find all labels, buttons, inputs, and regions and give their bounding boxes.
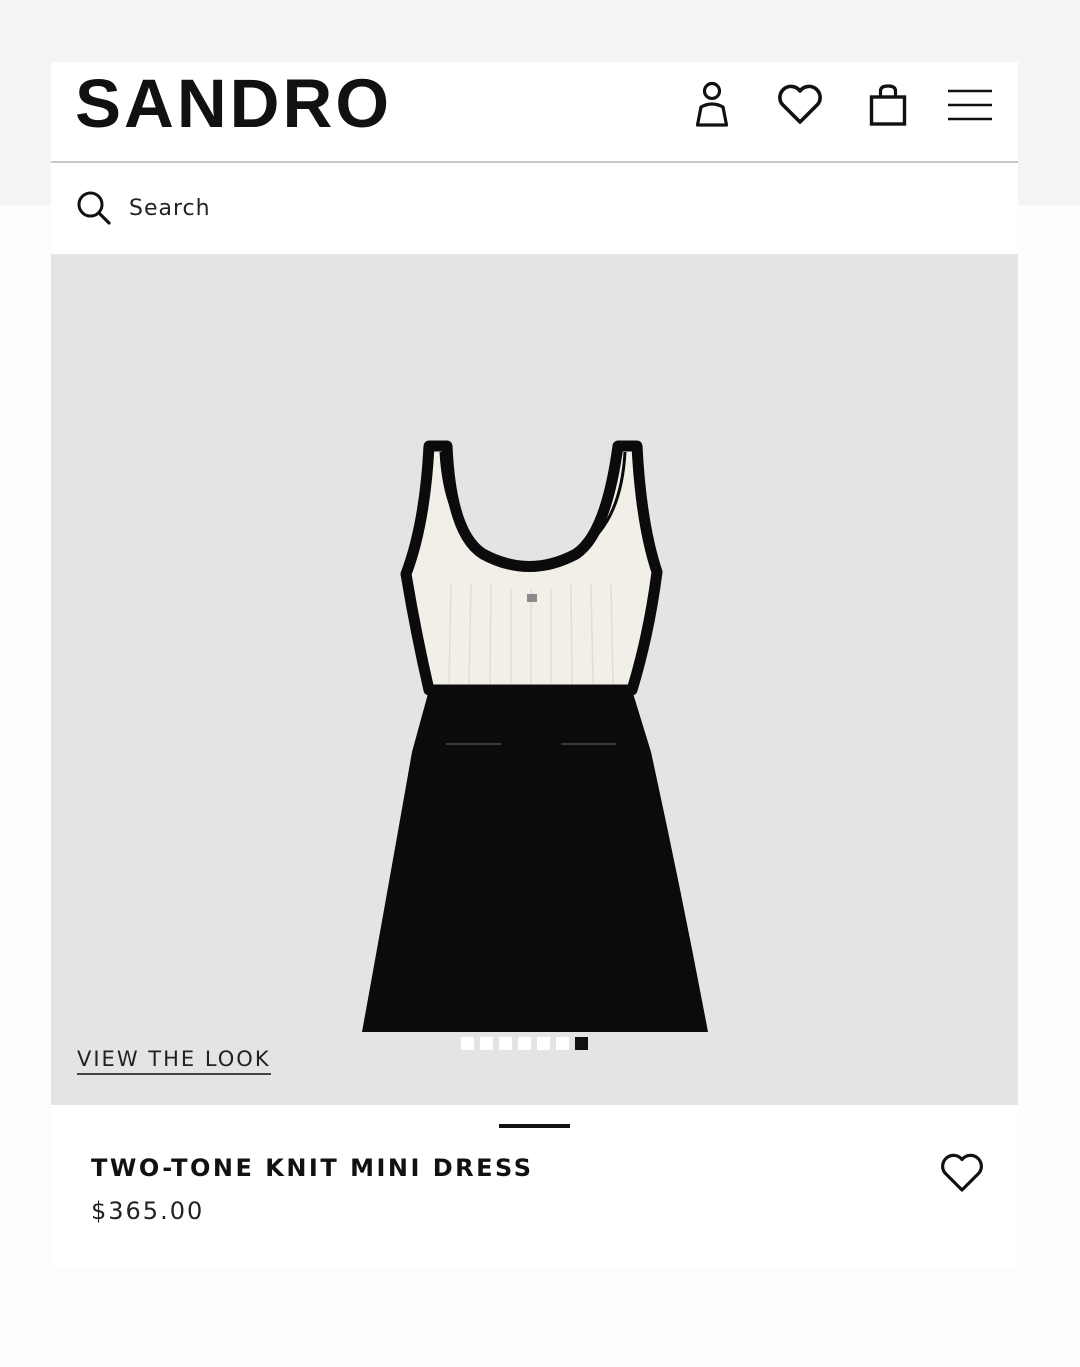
shopping-bag-icon: [869, 84, 907, 126]
product-image[interactable]: [51, 254, 1018, 1105]
gallery-pagination: [461, 1037, 588, 1050]
cart-button[interactable]: [863, 80, 913, 130]
gallery-dot[interactable]: [461, 1037, 474, 1050]
gallery-dot[interactable]: [556, 1037, 569, 1050]
account-icon: [695, 81, 729, 127]
product-name: TWO-TONE KNIT MINI DRESS: [91, 1154, 534, 1182]
gallery-dot-active[interactable]: [575, 1037, 588, 1050]
scroll-indicator: [499, 1124, 570, 1128]
heart-icon[interactable]: [939, 1150, 985, 1196]
gallery-dot[interactable]: [537, 1037, 550, 1050]
gallery-dot[interactable]: [499, 1037, 512, 1050]
account-button[interactable]: [687, 80, 737, 130]
view-the-look-link[interactable]: VIEW THE LOOK: [77, 1047, 271, 1075]
product-gallery[interactable]: VIEW THE LOOK: [51, 254, 1018, 1105]
gallery-dot[interactable]: [518, 1037, 531, 1050]
brand-logo[interactable]: SANDRO: [75, 62, 392, 146]
search-input[interactable]: [129, 188, 529, 228]
product-price: $365.00: [91, 1197, 205, 1225]
search-bar: [51, 163, 1018, 254]
site-header: SANDRO: [51, 62, 1018, 163]
menu-button[interactable]: [945, 80, 995, 130]
search-icon[interactable]: [76, 190, 112, 226]
heart-icon: [778, 84, 822, 124]
app-frame: SANDRO Search VIEW THE LOOK TWO-TONE KNI…: [51, 62, 1018, 1267]
wishlist-button[interactable]: [775, 80, 825, 130]
menu-icon: [948, 89, 992, 121]
gallery-dot[interactable]: [480, 1037, 493, 1050]
